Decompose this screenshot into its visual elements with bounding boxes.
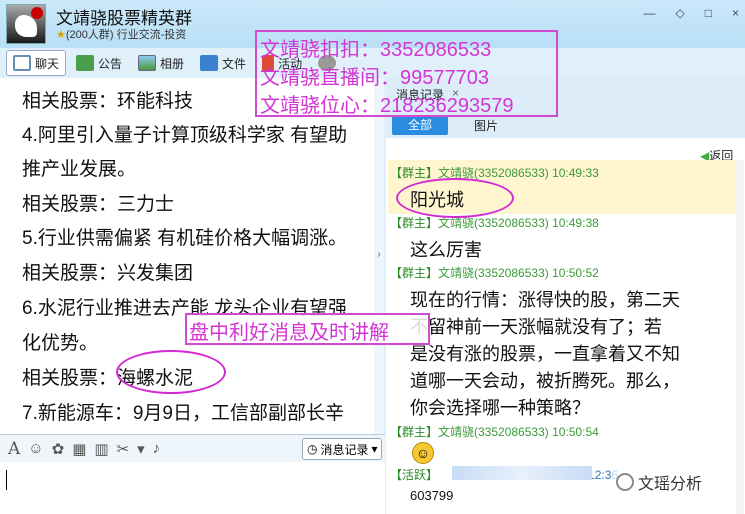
folder-icon	[200, 55, 219, 71]
emoji-icon[interactable]: ☺	[28, 440, 43, 457]
sticker-icon[interactable]: ✿	[52, 440, 65, 458]
message-input[interactable]	[0, 462, 385, 514]
overlay-live: 文靖骁直播间：99577703	[260, 67, 489, 89]
maximize-icon[interactable]: □	[705, 6, 712, 20]
message-text: 是没有涨的股票，一直拿着又不知	[410, 344, 680, 364]
chevron-down-icon: ▾	[371, 442, 378, 456]
message-line: 5.行业供需偏紧 有机硅价格大幅调涨。	[22, 228, 348, 249]
skin-icon[interactable]: ◇	[676, 6, 685, 20]
text-cursor	[6, 470, 7, 490]
star-icon: ★	[56, 29, 66, 41]
flag-icon	[76, 55, 95, 71]
message-meta: 【群主】文靖骁(3352086533) 10:49:38	[390, 216, 599, 230]
font-icon[interactable]: A	[8, 439, 20, 459]
collapse-panel-icon[interactable]: ›	[374, 240, 384, 270]
tab-files[interactable]: 文件	[194, 50, 252, 76]
highlight-ellipse	[116, 350, 226, 394]
screenshot-icon[interactable]: ✂	[117, 440, 130, 458]
tab-album[interactable]: 相册	[132, 50, 190, 76]
window-controls: — ◇ □ ×	[644, 6, 740, 20]
tab-announcement[interactable]: 公告	[70, 50, 128, 76]
highlight-ellipse	[396, 178, 514, 218]
message-text: 道哪一天会动，被折腾死。那么，	[410, 371, 680, 391]
message-meta: 【群主】文靖骁(3352086533) 10:50:52	[390, 266, 599, 280]
message-text: 这么厉害	[410, 240, 482, 260]
message-line: 相关股票：三力士	[22, 194, 175, 215]
news-overlay-text: 盘中利好消息及时讲解	[189, 322, 389, 344]
message-line: 相关股票：环能科技	[22, 91, 194, 112]
message-line: 化优势。	[22, 333, 99, 354]
smiley-emoji-icon: ☺	[412, 442, 434, 464]
message-text: 现在的行情：涨得快的股，第二天	[410, 290, 680, 310]
message-meta: 【群主】文靖骁(3352086533) 10:49:33	[390, 166, 599, 180]
watermark: 文瑶分析	[612, 468, 707, 496]
tab-all[interactable]: 全部	[392, 115, 448, 135]
minimize-icon[interactable]: —	[644, 6, 656, 20]
more-icon[interactable]: ▾	[137, 440, 145, 458]
clock-icon: ◷	[307, 442, 318, 456]
wechat-logo-icon	[616, 473, 634, 491]
message-text: 你会选择哪一种策略？	[410, 398, 590, 418]
overlay-wechat: 文靖骁位心：218236293579	[260, 95, 514, 117]
message-line: 推产业发展。	[22, 159, 137, 180]
blurred-username	[452, 466, 592, 480]
message-meta: 【群主】文靖骁(3352086533) 10:50:54	[390, 425, 599, 439]
history-scrollbar[interactable]	[736, 160, 744, 514]
tab-images[interactable]: 图片	[474, 117, 498, 134]
sound-icon[interactable]: ♪	[153, 440, 161, 457]
group-avatar[interactable]	[6, 4, 46, 44]
photo-icon	[138, 55, 157, 71]
message-text: 不留神前一天涨幅就没有了；若	[410, 317, 662, 337]
gift-icon[interactable]: ▥	[94, 440, 108, 458]
message-line: 相关股票：兴发集团	[22, 263, 194, 284]
message-text: 603799	[410, 488, 454, 503]
close-icon[interactable]: ×	[732, 6, 739, 20]
group-info: ★(200人群) 行业交流-投资	[56, 29, 187, 41]
message-line: 4.阿里引入量子计算顶级科学家 有望助	[22, 125, 348, 146]
tab-chat[interactable]: 聊天	[6, 50, 67, 76]
message-line: 7.新能源车：9月9日，工信部副部长辛	[22, 403, 344, 424]
chat-icon	[13, 55, 31, 71]
image-icon[interactable]: ▦	[72, 440, 86, 458]
message-history-button[interactable]: ◷ 消息记录 ▾	[302, 438, 382, 460]
overlay-qq: 文靖骁扣扣：3352086533	[260, 39, 492, 61]
